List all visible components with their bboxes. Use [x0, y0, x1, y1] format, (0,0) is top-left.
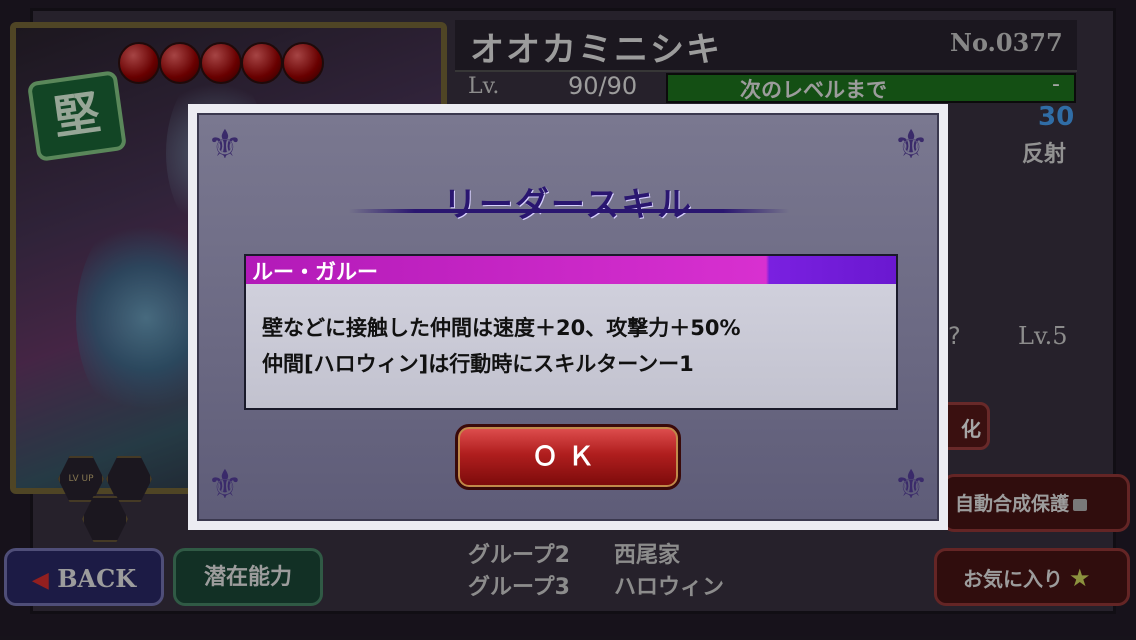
ok-button[interactable]: ＯＫ — [455, 424, 681, 490]
ornament-icon: ⚜ — [207, 462, 243, 508]
ornament-icon: ⚜ — [893, 122, 929, 168]
skill-description-line: 仲間[ハロウィン]は行動時にスキルターンー1 — [262, 352, 694, 376]
dialog-title: リーダースキル — [442, 185, 694, 225]
skill-description-line: 壁などに接触した仲間は速度＋20、攻撃力＋50% — [262, 316, 741, 340]
ornament-icon: ⚜ — [893, 462, 929, 508]
skill-description-box — [244, 284, 898, 410]
title-divider — [349, 209, 789, 213]
ornament-icon: ⚜ — [207, 122, 243, 168]
skill-name: ルー・ガルー — [252, 260, 378, 284]
